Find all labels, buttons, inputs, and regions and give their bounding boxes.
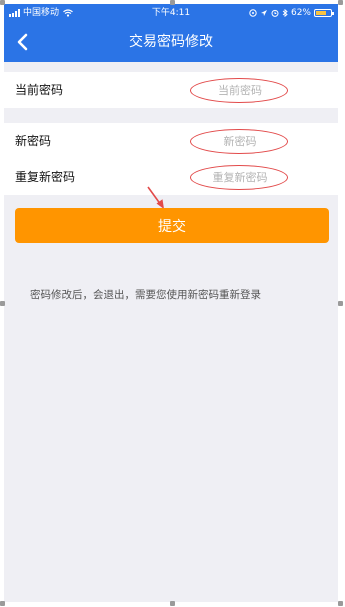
current-password-group: 当前密码	[4, 72, 338, 108]
location-icon	[249, 9, 257, 17]
repeat-password-label: 重复新密码	[15, 170, 76, 184]
app-screen: 中国移动 下午4:11 62% 交易密码修改 当前密码 新密码 重复新密码 提交…	[4, 4, 338, 602]
repeat-password-row: 重复新密码	[4, 159, 338, 195]
page-title: 交易密码修改	[129, 34, 213, 50]
nav-bar: 交易密码修改	[4, 22, 338, 62]
navigation-icon	[260, 10, 267, 16]
current-password-input[interactable]	[190, 79, 290, 101]
current-password-row: 当前密码	[4, 72, 338, 108]
resize-handle	[0, 0, 5, 5]
resize-handle	[170, 0, 175, 5]
new-password-input[interactable]	[190, 130, 290, 152]
submit-button[interactable]: 提交	[15, 208, 329, 243]
resize-handle	[0, 301, 5, 306]
resize-handle	[338, 601, 343, 606]
resize-handle	[0, 601, 5, 606]
new-password-row: 新密码	[4, 123, 338, 159]
new-password-label: 新密码	[15, 134, 52, 148]
resize-handle	[338, 301, 343, 306]
bluetooth-icon	[282, 9, 288, 17]
new-password-group: 新密码 重复新密码	[4, 123, 338, 195]
logout-notice: 密码修改后，会退出，需要您使用新密码重新登录	[30, 289, 261, 301]
current-password-label: 当前密码	[15, 83, 64, 97]
repeat-password-input[interactable]	[190, 166, 290, 188]
battery-percent: 62%	[290, 8, 311, 18]
battery-icon	[314, 9, 334, 17]
status-bar: 中国移动 下午4:11 62%	[4, 4, 338, 22]
resize-handle	[338, 0, 343, 5]
resize-handle	[170, 601, 175, 606]
back-button[interactable]	[8, 27, 38, 57]
alarm-icon	[271, 9, 279, 17]
